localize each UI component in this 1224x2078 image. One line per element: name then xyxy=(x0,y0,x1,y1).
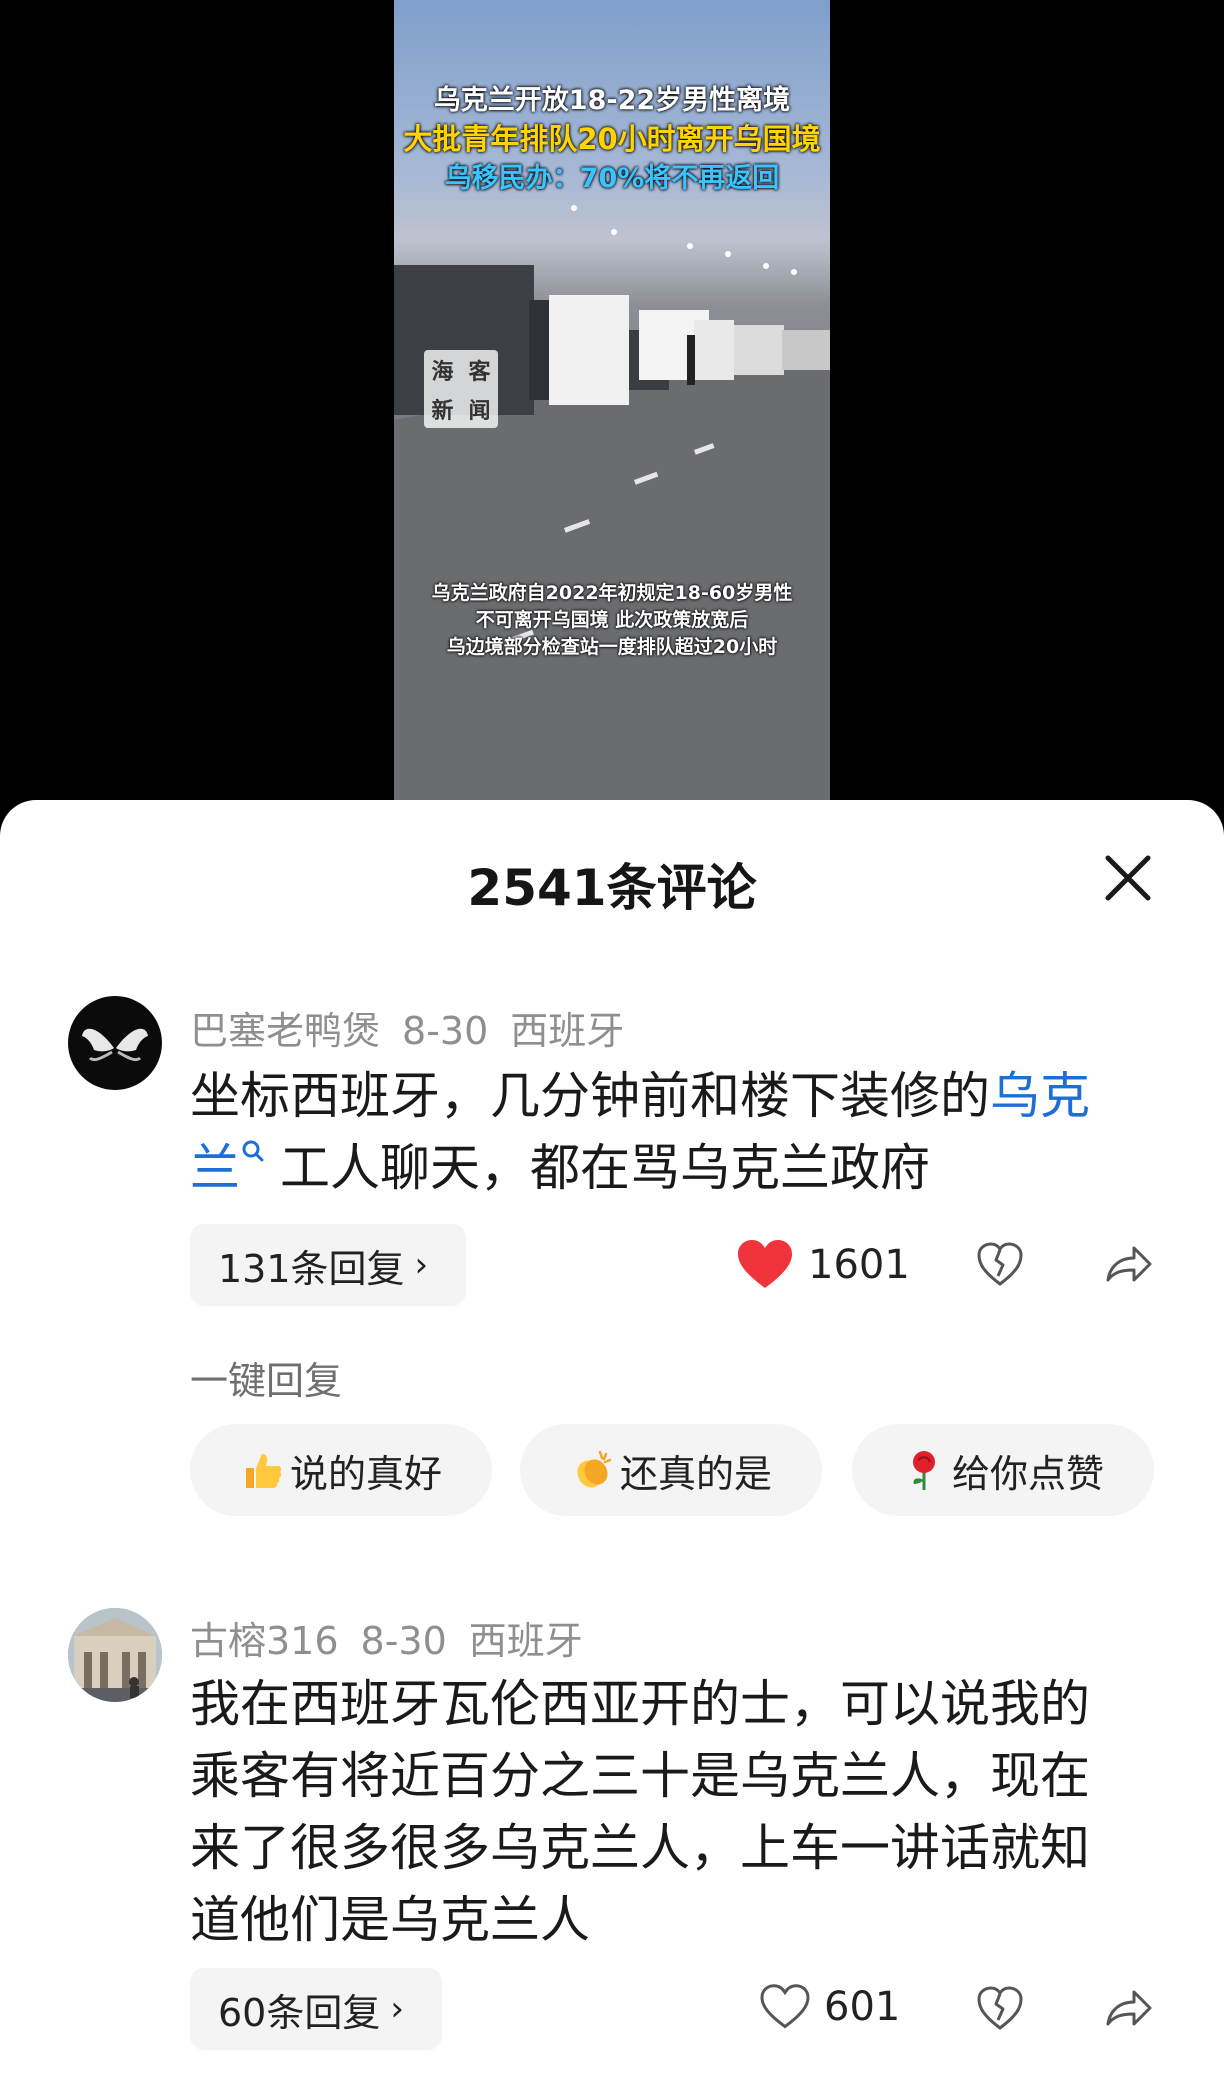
like-count: 601 xyxy=(824,1984,901,2030)
wings-avatar-icon xyxy=(82,1028,148,1062)
like-button[interactable]: 1601 xyxy=(736,1238,910,1292)
heart-filled-icon xyxy=(738,1240,792,1288)
video-subtitle-3: 乌边境部分检查站一度排队超过20小时 xyxy=(446,636,778,658)
thumbs-up-icon xyxy=(240,1448,284,1492)
comment-text: 我在西班牙瓦伦西亚开的士，可以说我的乘客有将近百分之三十是乌克兰人，现在来了很多… xyxy=(190,1675,1090,1949)
view-replies-button[interactable]: 131条回复 › xyxy=(190,1224,466,1306)
avatar[interactable] xyxy=(68,996,162,1090)
comment-location: 西班牙 xyxy=(468,1619,583,1663)
video-headline-2: 大批青年排队20小时离开乌国境 xyxy=(403,122,821,156)
video-headline-3: 乌移民办：70%将不再返回 xyxy=(444,163,780,194)
heart-outline-icon xyxy=(760,1984,810,2029)
view-replies-button[interactable]: 60条回复 › xyxy=(190,1968,442,2050)
share-arrow-icon[interactable] xyxy=(1104,1984,1154,2032)
building-photo-avatar-icon xyxy=(68,1608,162,1702)
close-icon[interactable] xyxy=(1100,850,1156,906)
quick-reply-chip-1[interactable]: 说的真好 xyxy=(190,1424,492,1516)
dislike-broken-heart-icon[interactable] xyxy=(976,1984,1024,2032)
chevron-right-icon: › xyxy=(390,1989,404,2029)
comment-meta: 古榕316 8-30 西班牙 xyxy=(190,1610,605,1665)
chevron-right-icon: › xyxy=(414,1245,429,1285)
avatar[interactable] xyxy=(68,1608,162,1702)
video-headline-1: 乌克兰开放18-22岁男性离境 xyxy=(433,85,791,116)
like-count: 1601 xyxy=(808,1242,910,1288)
comment-count-title: 2541条评论 xyxy=(467,859,757,917)
like-button[interactable]: 601 xyxy=(760,1984,900,2030)
comment-username[interactable]: 巴塞老鸭煲 xyxy=(190,1009,380,1053)
comment-text: 坐标西班牙，几分钟前和楼下装修的乌克兰 工人聊天，都在骂乌克兰政府 xyxy=(190,1067,1090,1197)
comment-location: 西班牙 xyxy=(510,1009,625,1053)
video-player[interactable]: 乌克兰开放18-22岁男性离境 大批青年排队20小时离开乌国境 乌移民办：70%… xyxy=(394,0,830,800)
comment-date: 8-30 xyxy=(360,1619,447,1663)
quick-reply-chip-2[interactable]: 还真的是 xyxy=(520,1424,822,1516)
comment-username[interactable]: 古榕316 xyxy=(190,1619,339,1663)
quick-reply-chip-3[interactable]: 给你点赞 xyxy=(852,1424,1154,1516)
quick-reply-label: 一键回复 xyxy=(190,1359,343,1403)
rose-icon xyxy=(902,1448,946,1492)
share-arrow-icon[interactable] xyxy=(1104,1240,1154,1288)
video-subtitle-1: 乌克兰政府自2022年初规定18-60岁男性 xyxy=(431,582,793,604)
clapping-hands-icon xyxy=(570,1448,614,1492)
video-subtitle-2: 不可离开乌国境 此次政策放宽后 xyxy=(475,609,749,631)
comment-date: 8-30 xyxy=(402,1009,489,1053)
news-watermark-logo: 海客 新闻 xyxy=(424,350,498,428)
dislike-broken-heart-icon[interactable] xyxy=(976,1240,1024,1288)
comment-meta: 巴塞老鸭煲 8-30 西班牙 xyxy=(190,1000,646,1055)
search-icon xyxy=(242,1140,264,1162)
